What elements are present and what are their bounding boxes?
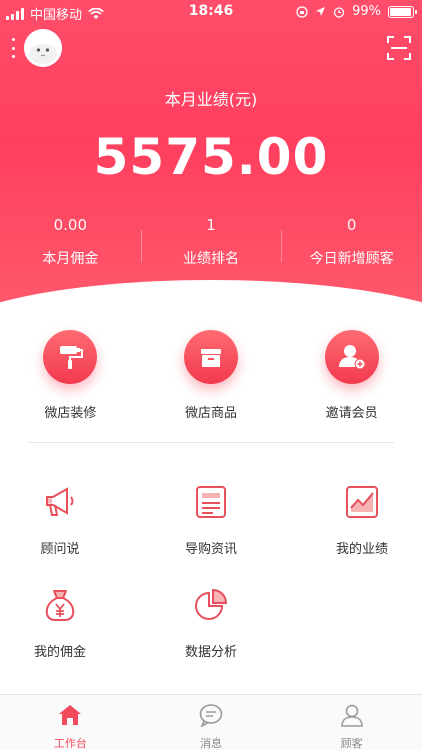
stat-commission[interactable]: 0.00 本月佣金 bbox=[0, 216, 141, 276]
news-icon bbox=[196, 486, 226, 518]
stat-ranking[interactable]: 1 业绩排名 bbox=[140, 216, 282, 276]
megaphone-icon bbox=[46, 487, 74, 516]
section-divider bbox=[28, 442, 394, 443]
consultant-talk-button[interactable]: 顾问说 bbox=[0, 484, 130, 557]
paint-roller-icon bbox=[43, 330, 98, 384]
tab-label: 顾客 bbox=[340, 737, 363, 750]
tool-label: 数据分析 bbox=[184, 645, 237, 660]
alarm-icon bbox=[333, 6, 345, 18]
tab-customers[interactable]: 顾客 bbox=[281, 695, 422, 750]
customer-icon bbox=[340, 704, 363, 727]
add-user-icon bbox=[324, 330, 379, 384]
tab-label: 消息 bbox=[200, 737, 222, 750]
money-bag-icon bbox=[45, 590, 75, 621]
home-icon bbox=[59, 705, 82, 725]
status-right: 99% bbox=[296, 4, 417, 19]
shop-products-button[interactable]: 微店商品 bbox=[141, 330, 282, 421]
quick-action-label: 微店装修 bbox=[44, 406, 97, 421]
shopping-guide-news-button[interactable]: 导购资讯 bbox=[141, 484, 281, 557]
quick-action-label: 邀请会员 bbox=[325, 406, 378, 421]
performance-chart-icon bbox=[346, 486, 378, 518]
stat-value: 0 bbox=[346, 216, 357, 234]
battery-icon bbox=[388, 5, 417, 18]
my-performance-button[interactable]: 我的业绩 bbox=[292, 484, 422, 557]
avatar-face-icon bbox=[24, 29, 62, 67]
monthly-performance-title: 本月业绩(元) bbox=[164, 90, 258, 109]
tool-label: 我的佣金 bbox=[33, 645, 86, 660]
stats-row: 0.00 本月佣金 1 业绩排名 0 今日新增顾客 bbox=[0, 216, 422, 276]
location-icon bbox=[316, 7, 326, 16]
quick-action-label: 微店商品 bbox=[185, 406, 238, 421]
message-icon bbox=[199, 704, 223, 728]
tool-label: 顾问说 bbox=[40, 542, 80, 557]
tool-label: 导购资讯 bbox=[184, 542, 237, 557]
invite-member-button[interactable]: 邀请会员 bbox=[281, 330, 422, 421]
bottom-tab-bar: 工作台 消息 顾客 bbox=[0, 694, 422, 750]
my-commission-button[interactable]: 我的佣金 bbox=[0, 587, 130, 660]
more-menu-icon[interactable] bbox=[10, 38, 16, 58]
tab-label: 工作台 bbox=[53, 737, 87, 750]
quick-actions: 微店装修 微店商品 邀请会员 bbox=[0, 330, 422, 421]
data-analysis-button[interactable]: 数据分析 bbox=[141, 587, 281, 660]
rotation-lock-icon bbox=[296, 5, 308, 18]
stat-label: 今日新增顾客 bbox=[309, 251, 394, 267]
avatar[interactable] bbox=[24, 29, 62, 67]
shop-decoration-button[interactable]: 微店装修 bbox=[0, 330, 141, 421]
stat-label: 本月佣金 bbox=[42, 251, 99, 267]
stat-new-customers[interactable]: 0 今日新增顾客 bbox=[281, 216, 422, 276]
stat-value: 1 bbox=[206, 216, 216, 234]
tab-messages[interactable]: 消息 bbox=[141, 695, 282, 750]
header-curve bbox=[0, 280, 422, 320]
scan-icon[interactable] bbox=[387, 36, 411, 60]
battery-percent: 99% bbox=[352, 4, 381, 19]
box-icon bbox=[184, 330, 238, 384]
pie-chart-icon bbox=[195, 588, 228, 620]
tool-label: 我的业绩 bbox=[335, 542, 388, 557]
status-bar: 中国移动 18:46 99% bbox=[0, 0, 422, 24]
stat-value: 0.00 bbox=[53, 216, 88, 234]
monthly-performance-value: 5575.00 bbox=[93, 128, 329, 186]
tab-workbench[interactable]: 工作台 bbox=[0, 695, 141, 750]
stat-label: 业绩排名 bbox=[183, 251, 239, 267]
